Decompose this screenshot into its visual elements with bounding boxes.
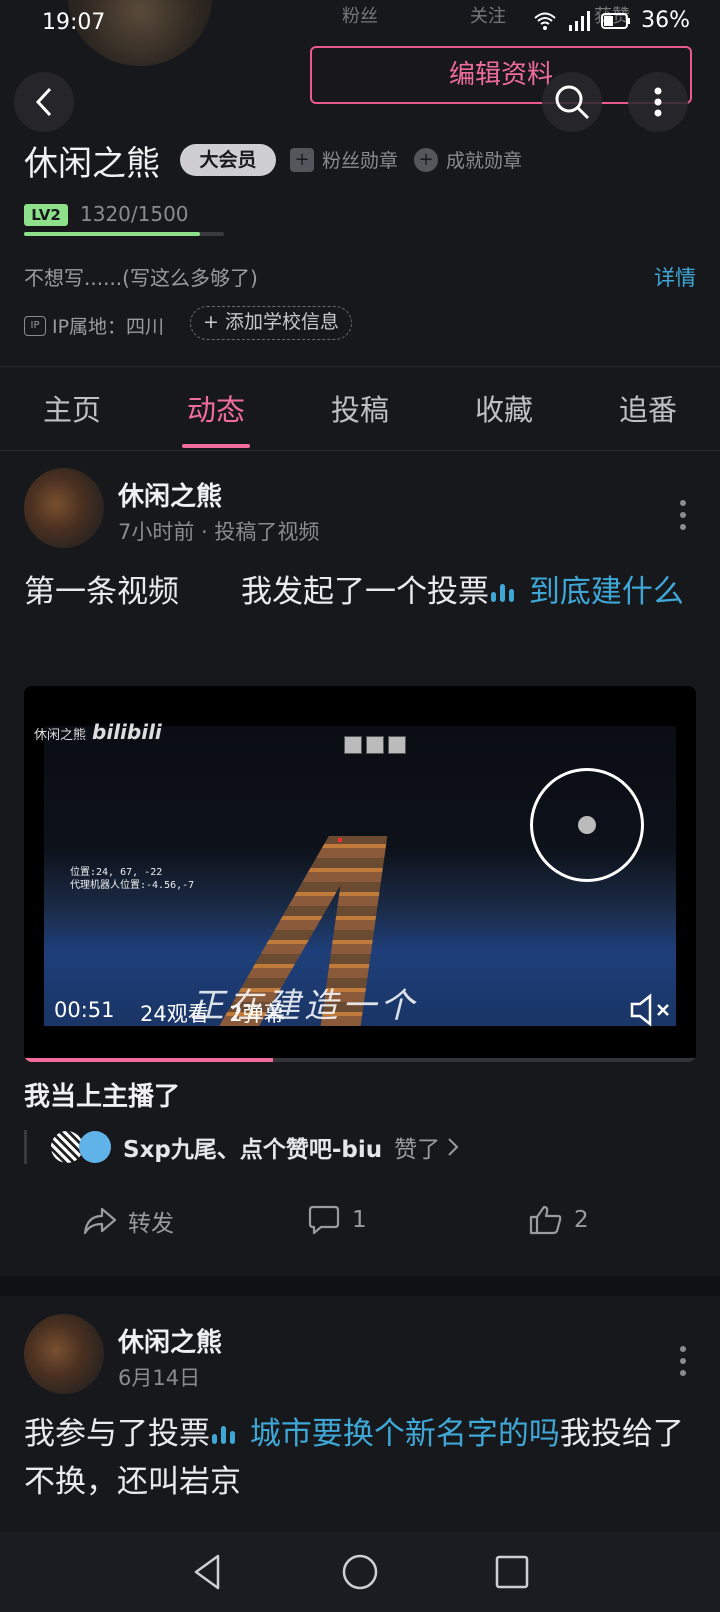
profile-bio: 不想写......(写这么多够了)	[24, 266, 258, 290]
joystick-overlay	[530, 768, 644, 882]
comment-button[interactable]: 1	[306, 1204, 367, 1236]
exp-progress-bar	[24, 232, 224, 236]
video-stats: 24观看 2弹幕	[140, 998, 285, 1028]
post-more-button[interactable]	[680, 500, 686, 536]
post-text: 第一条视频 我发起了一个投票 到底建什么	[24, 568, 696, 616]
fan-badge[interactable]: + 粉丝勋章	[290, 146, 398, 173]
like-count: 2	[574, 1207, 589, 1233]
vote-icon	[491, 584, 514, 602]
video-progress-fill	[24, 1058, 273, 1062]
back-button[interactable]	[14, 72, 74, 132]
chevron-right-icon	[448, 1138, 459, 1156]
coordinates-line-1: 位置:24, 67, -22	[70, 867, 163, 878]
post-text-plain: 第一条视频 我发起了一个投票	[24, 574, 489, 610]
liked-suffix: 赞了	[394, 1137, 441, 1163]
post-author-avatar[interactable]	[24, 1314, 104, 1394]
tab-favorites[interactable]: 收藏	[432, 380, 576, 450]
forward-icon	[83, 1207, 117, 1235]
post-more-button[interactable]	[680, 1346, 686, 1382]
video-progress-bar[interactable]	[24, 1058, 696, 1062]
vote-link[interactable]: 城市要换个新名字的吗	[250, 1416, 560, 1452]
vote-icon	[212, 1426, 235, 1444]
exp-value: 1320/1500	[80, 202, 189, 226]
fan-badge-icon: +	[290, 147, 314, 172]
game-hud-icons	[344, 736, 406, 754]
tab-anime[interactable]: 追番	[576, 380, 720, 450]
system-nav-bar	[0, 1532, 720, 1612]
bilibili-logo: bilibili	[92, 720, 162, 744]
signal-icon	[569, 10, 591, 31]
detail-link[interactable]: 详情	[654, 262, 696, 292]
crosshair	[338, 838, 342, 842]
status-time: 19:07	[42, 10, 106, 35]
post-meta: 7小时前 · 投稿了视频	[118, 520, 320, 544]
fan-badge-label: 粉丝勋章	[322, 150, 399, 172]
vote-link[interactable]: 到底建什么	[529, 574, 684, 610]
level-badge: LV2	[24, 204, 68, 226]
search-button[interactable]	[542, 72, 602, 132]
nav-back-icon[interactable]	[188, 1552, 228, 1592]
search-icon	[555, 85, 590, 120]
post-text: 我参与了投票 城市要换个新名字的吗我投给了不换，还叫岩京	[24, 1410, 696, 1506]
thumbs-up-icon	[529, 1205, 562, 1235]
liker-avatar	[79, 1131, 111, 1163]
video-duration: 00:51	[54, 998, 115, 1022]
post-author-avatar[interactable]	[24, 468, 104, 548]
post-author-name[interactable]: 休闲之熊	[118, 1322, 222, 1359]
battery-icon	[601, 12, 631, 29]
add-school-button[interactable]: + 添加学校信息	[190, 306, 352, 340]
vip-badge[interactable]: 大会员	[180, 144, 276, 176]
coordinates-overlay: 位置:24, 67, -22 代理机器人位置:-4.56,-7	[70, 866, 194, 892]
exp-progress-fill	[24, 232, 200, 236]
mute-icon[interactable]	[628, 992, 674, 1028]
more-button[interactable]	[628, 72, 688, 132]
video-title[interactable]: 我当上主播了	[24, 1076, 180, 1113]
liked-by-names: Sxp九尾、点个赞吧-biu	[123, 1137, 383, 1163]
ip-icon: IP	[24, 315, 46, 336]
profile-tabs: 主页 动态 投稿 收藏 追番	[0, 380, 720, 450]
status-bar: 19:07 36%	[0, 0, 720, 48]
tab-home[interactable]: 主页	[0, 380, 144, 450]
post-author-name[interactable]: 休闲之熊	[118, 476, 222, 513]
ip-location: IP IP属地：四川	[24, 312, 164, 339]
video-logo: 休闲之熊 bilibili	[34, 720, 162, 744]
wifi-icon	[534, 12, 556, 30]
battery-level: 36%	[641, 8, 690, 33]
forward-button[interactable]: 转发	[82, 1204, 174, 1238]
achievement-badge-label: 成就勋章	[446, 150, 523, 172]
like-button[interactable]: 2	[528, 1204, 589, 1236]
divider	[0, 450, 720, 451]
nav-recents-icon[interactable]	[492, 1552, 532, 1592]
liked-by-row[interactable]: Sxp九尾、点个赞吧-biu 赞了	[24, 1130, 460, 1164]
achievement-badge-icon: +	[414, 147, 438, 172]
more-vertical-icon	[654, 87, 662, 117]
ip-label: IP属地：四川	[52, 316, 165, 338]
profile-name: 休闲之熊	[24, 144, 160, 184]
video-channel: 休闲之熊	[34, 728, 87, 743]
divider	[0, 366, 720, 367]
post-meta: 6月14日	[118, 1366, 201, 1390]
tab-dynamics[interactable]: 动态	[144, 380, 288, 450]
achievement-badge[interactable]: + 成就勋章	[414, 146, 522, 173]
video-danmaku: 2弹幕	[229, 1002, 285, 1026]
tab-submissions[interactable]: 投稿	[288, 380, 432, 450]
coordinates-line-2: 代理机器人位置:-4.56,-7	[70, 880, 195, 891]
comment-count: 1	[352, 1207, 367, 1233]
post-actions: 转发 1 2	[0, 1204, 720, 1254]
post-text-prefix: 我参与了投票	[24, 1416, 210, 1452]
forward-label: 转发	[128, 1211, 174, 1237]
comment-icon	[308, 1205, 340, 1235]
post-separator	[0, 1276, 720, 1296]
video-player[interactable]: 位置:24, 67, -22 代理机器人位置:-4.56,-7 休闲之熊 bili…	[24, 686, 696, 1062]
back-arrow-icon	[35, 87, 52, 117]
nav-home-icon[interactable]	[340, 1552, 380, 1592]
video-views: 24观看	[140, 1002, 209, 1026]
